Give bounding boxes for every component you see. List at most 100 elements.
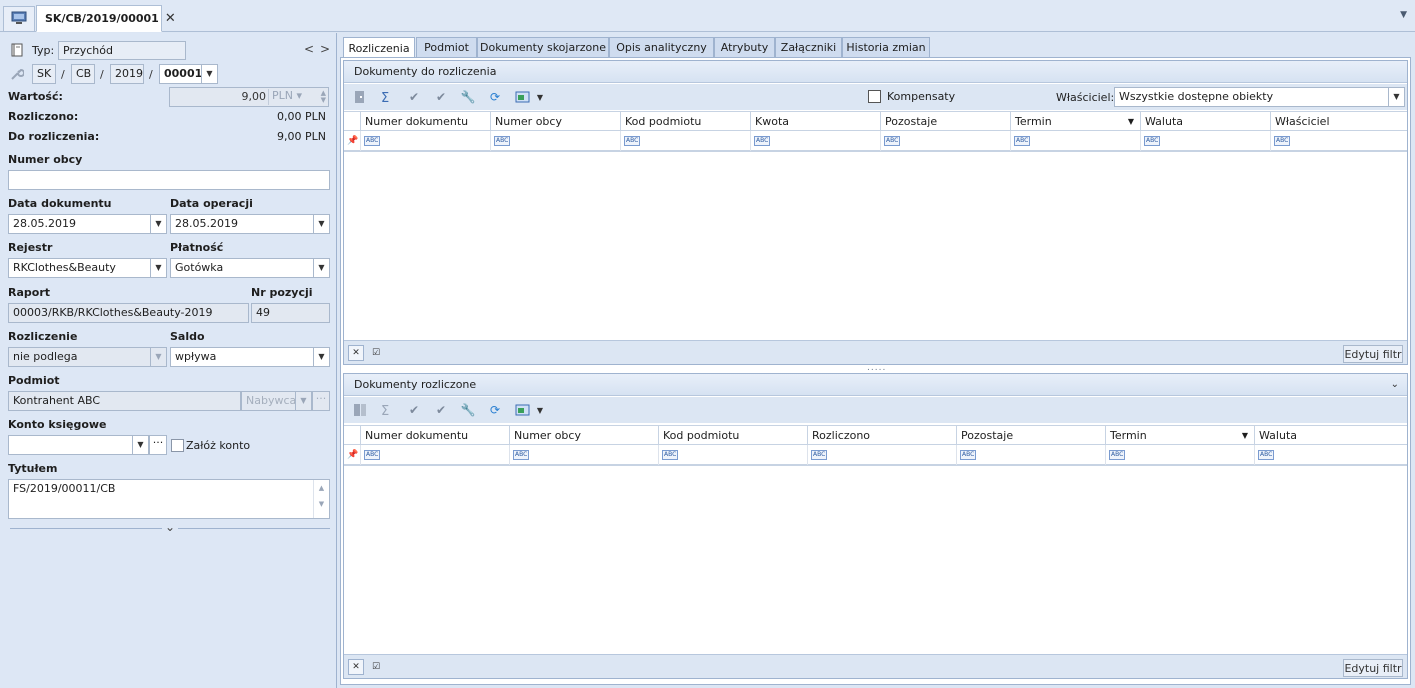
clear-filter-icon[interactable]: ✕ <box>348 659 364 675</box>
collapse-chevron-icon[interactable]: ⌄ <box>162 520 179 534</box>
data-operacji-date[interactable]: 28.05.2019 ▼ <box>170 214 330 234</box>
wrench-icon[interactable]: 🔧 <box>460 402 476 418</box>
sort-arrow-icon: ▼ <box>1241 431 1248 440</box>
column-header[interactable]: Rozliczono <box>807 426 956 445</box>
check-icon[interactable]: ✔ <box>406 402 422 418</box>
edytuj-filtr-button[interactable]: Edytuj filtr <box>1343 345 1403 363</box>
close-icon[interactable]: ✕ <box>165 11 176 26</box>
edytuj-filtr-button[interactable]: Edytuj filtr <box>1343 659 1403 677</box>
double-check-icon[interactable]: ✔ <box>433 89 449 105</box>
rejestr-select[interactable]: RKClothes&Beauty ▼ <box>8 258 167 278</box>
chevron-down-icon[interactable]: ▼ <box>313 215 329 233</box>
tab-dokumenty-skojarzone[interactable]: Dokumenty skojarzone <box>477 37 609 58</box>
filter-pin-icon[interactable]: 📌 <box>344 445 360 465</box>
tab-rozliczenia[interactable]: Rozliczenia <box>343 37 415 59</box>
filter-cell[interactable]: ABC <box>956 445 1105 465</box>
refresh-icon[interactable]: ⟳ <box>487 89 503 105</box>
number-prefix-field: SK <box>32 64 56 84</box>
filter-cell[interactable]: ABC <box>1254 445 1409 465</box>
column-header[interactable]: Właściciel <box>1270 112 1409 131</box>
filter-cell[interactable]: ABC <box>750 131 880 151</box>
home-tab[interactable] <box>3 6 35 31</box>
platnosc-select[interactable]: Gotówka ▼ <box>170 258 330 278</box>
chevron-down-icon[interactable]: ▼ <box>150 259 166 277</box>
zaloz-konto-checkbox[interactable] <box>171 439 184 452</box>
door-icon[interactable] <box>352 89 368 105</box>
section-header: Dokumenty rozliczone ⌄ <box>344 374 1407 396</box>
data-dokumentu-date[interactable]: 28.05.2019 ▼ <box>8 214 167 234</box>
export-icon[interactable]: ▼ <box>514 402 544 418</box>
chevron-down-icon[interactable]: ▼ <box>132 436 148 454</box>
nr-pozycji-label: Nr pozycji <box>251 286 313 299</box>
filter-cell[interactable]: ABC <box>807 445 956 465</box>
column-header[interactable]: Pozostaje <box>956 426 1105 445</box>
abc-icon: ABC <box>1109 450 1126 460</box>
chevron-down-icon[interactable]: ▼ <box>1388 88 1404 106</box>
prev-arrow-icon[interactable]: < <box>304 42 314 56</box>
wlasciciel-select[interactable]: Wszystkie dostępne obiekty ▼ <box>1114 87 1405 107</box>
column-header[interactable]: Kod podmiotu <box>658 426 807 445</box>
double-check-icon[interactable]: ✔ <box>433 402 449 418</box>
saldo-select[interactable]: wpływa ▼ <box>170 347 330 367</box>
kompensaty-checkbox[interactable] <box>868 90 881 103</box>
column-header[interactable]: Numer dokumentu <box>360 426 509 445</box>
document-tab[interactable]: SK/CB/2019/00001 ✕ <box>36 5 176 32</box>
column-header[interactable]: Kwota <box>750 112 880 131</box>
tab-opis-analityczny[interactable]: Opis analityczny <box>609 37 714 58</box>
doors-icon[interactable] <box>352 402 368 418</box>
chevron-down-icon[interactable]: ▼ <box>201 65 217 83</box>
tab-atrybuty[interactable]: Atrybuty <box>714 37 775 58</box>
clear-filter-icon[interactable]: ✕ <box>348 345 364 361</box>
wrench-icon[interactable]: 🔧 <box>460 89 476 105</box>
wlasciciel-label: Właściciel: <box>1056 91 1115 104</box>
filter-cell[interactable]: ABC <box>490 131 620 151</box>
column-header[interactable]: Numer obcy <box>509 426 658 445</box>
tab-zalaczniki[interactable]: Załączniki <box>775 37 842 58</box>
sum-icon[interactable]: Σ <box>379 89 395 105</box>
filter-cell[interactable]: ABC <box>360 445 509 465</box>
collapse-chevron-icon[interactable]: ⌄ <box>1391 379 1399 390</box>
tytulem-textarea[interactable]: FS/2019/00011/CB ▲ ▼ <box>8 479 330 519</box>
filter-pin-icon[interactable]: 📌 <box>344 131 360 151</box>
column-header[interactable]: Waluta <box>1254 426 1409 445</box>
filter-cell[interactable]: ABC <box>1010 131 1140 151</box>
tabs-menu-arrow-icon[interactable]: ▼ <box>1400 10 1407 20</box>
column-header[interactable]: Numer dokumentu <box>360 112 490 131</box>
filter-cell[interactable]: ABC <box>658 445 807 465</box>
filter-cell[interactable]: ABC <box>880 131 1010 151</box>
grid-header: Numer dokumentu Numer obcy Kod podmiotu … <box>344 425 1407 445</box>
chevron-down-icon[interactable]: ▼ <box>313 348 329 366</box>
next-arrow-icon[interactable]: > <box>320 42 330 56</box>
konto-select[interactable]: ▼ <box>8 435 149 455</box>
numer-obcy-input[interactable] <box>8 170 330 190</box>
filter-cell[interactable]: ABC <box>1105 445 1254 465</box>
filter-checkbox-icon[interactable]: ☑ <box>368 345 384 361</box>
chevron-down-icon[interactable]: ▼ <box>150 215 166 233</box>
check-icon[interactable]: ✔ <box>406 89 422 105</box>
refresh-icon[interactable]: ⟳ <box>487 402 503 418</box>
filter-cell[interactable]: ABC <box>509 445 658 465</box>
filter-cell[interactable]: ABC <box>1270 131 1409 151</box>
column-header[interactable]: Numer obcy <box>490 112 620 131</box>
column-header[interactable]: Pozostaje <box>880 112 1010 131</box>
tab-podmiot[interactable]: Podmiot <box>416 37 477 58</box>
konto-browse-button[interactable]: ··· <box>149 435 167 455</box>
column-header[interactable]: Waluta <box>1140 112 1270 131</box>
column-header-termin[interactable]: Termin ▼ <box>1105 426 1254 445</box>
filter-cell[interactable]: ABC <box>620 131 750 151</box>
abc-icon: ABC <box>1144 136 1161 146</box>
filter-checkbox-icon[interactable]: ☑ <box>368 659 384 675</box>
number-sequence-field[interactable]: 00001 ▼ <box>159 64 218 84</box>
wrench-icon[interactable] <box>10 67 25 84</box>
column-header[interactable]: Kod podmiotu <box>620 112 750 131</box>
chevron-down-icon[interactable]: ▼ <box>313 259 329 277</box>
scrollbar[interactable]: ▲ ▼ <box>313 480 329 518</box>
filter-cell[interactable]: ABC <box>360 131 490 151</box>
splitter-handle[interactable]: ..... <box>867 363 886 373</box>
do-rozliczenia-value: 9,00 PLN <box>277 130 326 143</box>
column-header-termin[interactable]: Termin ▼ <box>1010 112 1140 131</box>
sum-icon[interactable]: Σ <box>379 402 395 418</box>
export-icon[interactable]: ▼ <box>514 89 544 105</box>
filter-cell[interactable]: ABC <box>1140 131 1270 151</box>
tab-historia-zmian[interactable]: Historia zmian <box>842 37 930 58</box>
